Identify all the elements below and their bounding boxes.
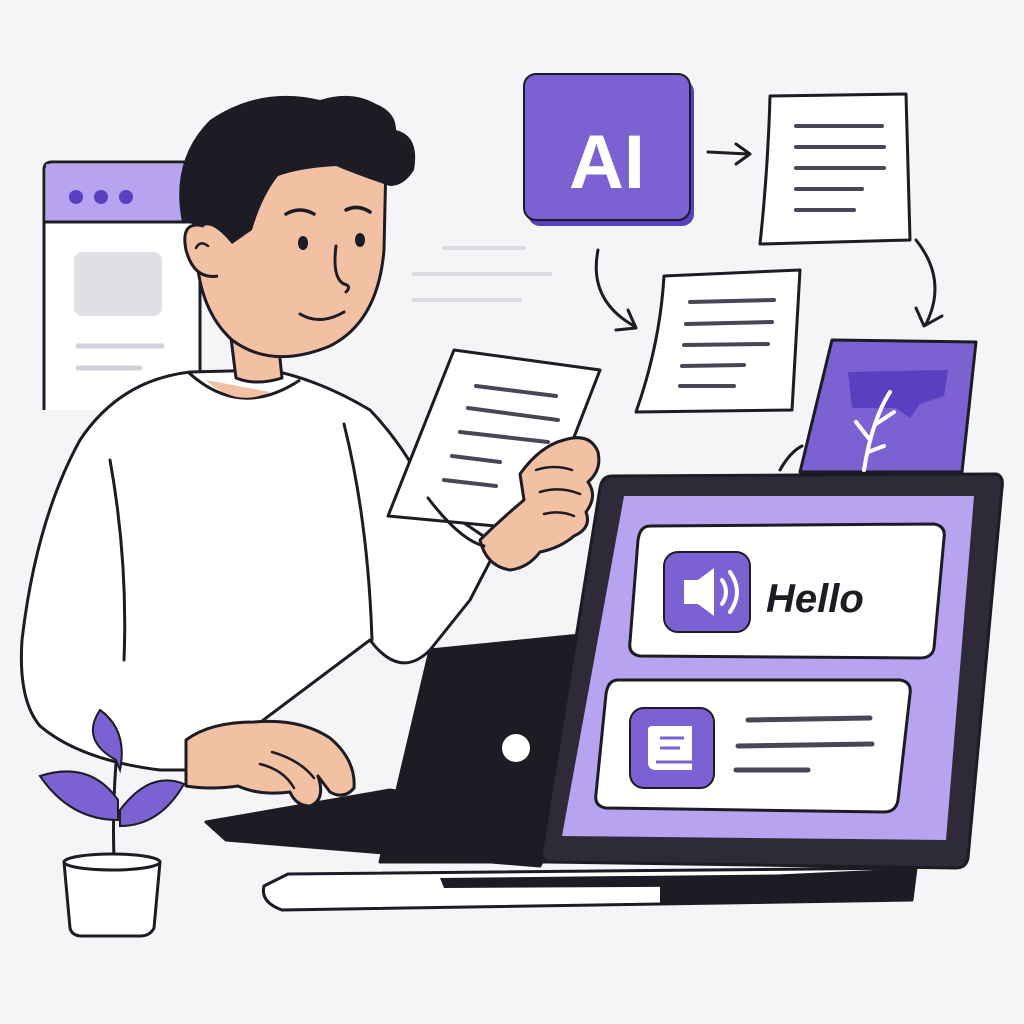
book-icon[interactable] <box>629 707 715 789</box>
tts-card[interactable]: Hello <box>628 522 946 660</box>
window-dot <box>69 190 83 204</box>
eye <box>298 236 308 250</box>
hello-text: Hello <box>766 577 864 621</box>
illustration: AI Hello <box>0 0 1024 1024</box>
big-laptop-screen: Hello <box>540 472 1004 870</box>
image-placeholder <box>74 252 162 316</box>
text-card[interactable] <box>594 678 912 814</box>
window-dot <box>119 190 133 204</box>
ai-label: AI <box>569 120 645 205</box>
document-top <box>758 92 912 246</box>
window-dot <box>94 190 108 204</box>
ai-badge: AI <box>523 73 694 226</box>
eye <box>355 233 365 247</box>
logo-dot <box>502 734 530 762</box>
speaker-icon[interactable] <box>663 551 751 633</box>
